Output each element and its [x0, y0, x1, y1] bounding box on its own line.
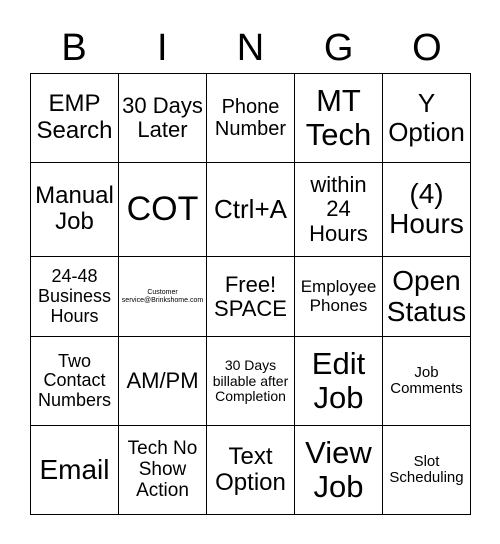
bingo-cell: Tech No Show Action — [118, 425, 207, 515]
bingo-cell: 30 Days Later — [118, 73, 207, 163]
bingo-cell: Text Option — [206, 425, 295, 515]
free-space-cell: Free! SPACE — [206, 256, 295, 338]
header-letter-n: N — [236, 27, 265, 69]
bingo-cell: MT Tech — [294, 73, 383, 163]
bingo-cell: (4) Hours — [382, 161, 471, 258]
bingo-cell: View Job — [294, 425, 383, 515]
card-row: Manual Job COT Ctrl+A within 24 Hours (4… — [30, 161, 471, 258]
card-row: 24-48 Business Hours Customer service@Br… — [30, 256, 471, 338]
bingo-cell: within 24 Hours — [294, 161, 383, 258]
bingo-cell: EMP Search — [30, 73, 119, 163]
bingo-cell: Manual Job — [30, 161, 119, 258]
bingo-cell: Slot Scheduling — [382, 425, 471, 515]
bingo-header: B I N G O — [30, 26, 471, 70]
card-row: EMP Search 30 Days Later Phone Number MT… — [30, 73, 471, 163]
bingo-cell: Customer service@Brinkshome.com — [118, 256, 207, 338]
bingo-cell: Y Option — [382, 73, 471, 163]
card-row: Email Tech No Show Action Text Option Vi… — [30, 425, 471, 515]
bingo-cell: Phone Number — [206, 73, 295, 163]
bingo-cell: AM/PM — [118, 336, 207, 427]
bingo-cell: Ctrl+A — [206, 161, 295, 258]
card-row: Two Contact Numbers AM/PM 30 Days billab… — [30, 336, 471, 427]
bingo-cell: Job Comments — [382, 336, 471, 427]
header-letter-i: I — [157, 27, 168, 69]
header-letter-o: O — [412, 27, 442, 69]
bingo-cell: COT — [118, 161, 207, 258]
header-letter-g: G — [323, 27, 354, 69]
bingo-cell: 24-48 Business Hours — [30, 256, 119, 338]
bingo-cell: Employee Phones — [294, 256, 383, 338]
bingo-cell: Open Status — [382, 256, 471, 338]
bingo-card: EMP Search 30 Days Later Phone Number MT… — [30, 73, 471, 515]
bingo-cell: 30 Days billable after Completion — [206, 336, 295, 427]
header-letter-b: B — [61, 27, 87, 69]
bingo-cell: Two Contact Numbers — [30, 336, 119, 427]
bingo-cell: Edit Job — [294, 336, 383, 427]
bingo-cell: Email — [30, 425, 119, 515]
